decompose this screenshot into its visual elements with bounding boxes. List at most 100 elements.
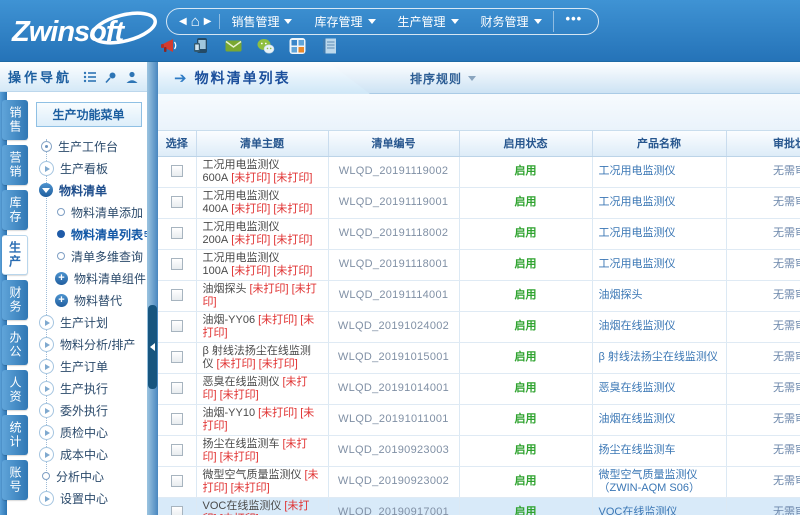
module-tab-label: 人资	[9, 376, 21, 404]
column-header[interactable]: 启用状态	[459, 131, 592, 156]
table-row[interactable]: VOC在线监测仪[未打印] [未打印] WLQD_20190917001 启用 …	[158, 497, 800, 515]
tree-item[interactable]: 生产订单	[30, 355, 147, 377]
column-header[interactable]: 选择	[158, 131, 196, 156]
product-name-link[interactable]: 油烟在线监测仪	[592, 311, 726, 342]
module-tab[interactable]: 财务	[2, 280, 28, 320]
product-name-link[interactable]: VOC在线监测仪	[592, 497, 726, 515]
notebook-icon[interactable]	[320, 37, 339, 55]
row-checkbox[interactable]	[171, 475, 183, 487]
module-tab[interactable]: 账号	[2, 460, 28, 500]
tree-item[interactable]: 委外执行	[30, 399, 147, 421]
table-row[interactable]: 恶臭在线监测仪[未打印] [未打印] WLQD_20191014001 启用 恶…	[158, 373, 800, 404]
tree-item[interactable]: 质检中心	[30, 421, 147, 443]
table-row[interactable]: 油烟-YY06[未打印] [未打印] WLQD_20191024002 启用 油…	[158, 311, 800, 342]
page-tab[interactable]: ➔ 物料清单列表	[158, 62, 370, 94]
tree-item[interactable]: 生产计划	[30, 311, 147, 333]
product-name-link[interactable]: β 射线法扬尘在线监测仪	[592, 342, 726, 373]
table-row[interactable]: 微型空气质量监测仪[未打印] [未打印] WLQD_20190923002 启用…	[158, 466, 800, 497]
module-tab[interactable]: 库存	[2, 190, 28, 230]
forward-icon[interactable]: ▶	[204, 17, 212, 27]
megaphone-icon[interactable]	[160, 37, 179, 55]
tree-item[interactable]: 生产工作台	[30, 135, 147, 157]
row-checkbox[interactable]	[171, 382, 183, 394]
row-checkbox[interactable]	[171, 258, 183, 270]
product-name-link[interactable]: 恶臭在线监测仪	[592, 373, 726, 404]
tree-item[interactable]: 物料清单	[30, 179, 147, 201]
product-name-link[interactable]: 工况用电监测仪	[592, 249, 726, 280]
module-tab[interactable]: 营销	[2, 145, 28, 185]
row-checkbox[interactable]	[171, 444, 183, 456]
column-header[interactable]: 清单主题	[196, 131, 328, 156]
table-row[interactable]: 工况用电监测仪 400A[未打印] [未打印] WLQD_20191119001…	[158, 187, 800, 218]
tree-item[interactable]: 生产看板	[30, 157, 147, 179]
tree-item[interactable]: 生产执行	[30, 377, 147, 399]
sort-rule-dropdown[interactable]: 排序规则	[410, 62, 476, 94]
top-menu-item[interactable]: 销售管理	[220, 13, 303, 30]
more-menus-button[interactable]: •••	[553, 11, 595, 32]
wechat-icon[interactable]	[256, 37, 275, 55]
pin-icon[interactable]	[104, 70, 118, 84]
brand-logo[interactable]: Zwinsoft	[8, 6, 163, 56]
module-tab[interactable]: 销售	[2, 100, 28, 140]
column-header[interactable]: 审批状态	[726, 131, 800, 156]
row-checkbox[interactable]	[171, 196, 183, 208]
list-icon[interactable]	[83, 70, 97, 84]
mail-icon[interactable]	[224, 37, 243, 55]
monitor-icon[interactable]	[192, 37, 211, 55]
chevron-down-icon	[468, 76, 476, 81]
user-icon[interactable]	[125, 70, 139, 84]
product-name-link[interactable]: 油烟探头	[592, 280, 726, 311]
module-tab[interactable]: 生产	[2, 235, 28, 275]
production-menu-button[interactable]: 生产功能菜单	[36, 102, 142, 127]
row-checkbox[interactable]	[171, 320, 183, 332]
column-header[interactable]: 清单编号	[328, 131, 459, 156]
approval-status: 无需审批	[726, 373, 800, 404]
product-name-link[interactable]: 扬尘在线监测车	[592, 435, 726, 466]
table-row[interactable]: 扬尘在线监测车[未打印] [未打印] WLQD_20190923003 启用 扬…	[158, 435, 800, 466]
apps-grid-icon[interactable]	[288, 37, 307, 55]
list-code: WLQD_20190917001	[328, 497, 459, 515]
back-icon[interactable]: ◀	[179, 17, 187, 27]
product-name-link[interactable]: 工况用电监测仪	[592, 187, 726, 218]
sidebar-splitter[interactable]	[147, 62, 158, 515]
row-checkbox[interactable]	[171, 289, 183, 301]
table-row[interactable]: 工况用电监测仪 600A[未打印] [未打印] WLQD_20191119002…	[158, 156, 800, 187]
table-row[interactable]: 工况用电监测仪 200A[未打印] [未打印] WLQD_20191118002…	[158, 218, 800, 249]
tree-item[interactable]: 物料清单组件	[30, 267, 147, 289]
tree-item[interactable]: 分析中心	[30, 465, 147, 487]
tree-item[interactable]: 物料清单列表 52	[30, 223, 147, 245]
product-name-link[interactable]: 工况用电监测仪	[592, 156, 726, 187]
tree-item[interactable]: 物料清单添加	[30, 201, 147, 223]
module-tab[interactable]: 办公	[2, 325, 28, 365]
row-checkbox[interactable]	[171, 351, 183, 363]
tree-item[interactable]: 物料分析/排产	[30, 333, 147, 355]
top-menu-item[interactable]: 生产管理	[387, 13, 470, 30]
tree-item[interactable]: 物料替代	[30, 289, 147, 311]
row-checkbox[interactable]	[171, 227, 183, 239]
table-row[interactable]: 油烟-YY10[未打印] [未打印] WLQD_20191011001 启用 油…	[158, 404, 800, 435]
approval-status: 无需审批	[726, 404, 800, 435]
product-name-link[interactable]: 工况用电监测仪	[592, 218, 726, 249]
row-checkbox[interactable]	[171, 165, 183, 177]
home-icon[interactable]: ⌂	[191, 14, 200, 29]
table-row[interactable]: 工况用电监测仪 100A[未打印] [未打印] WLQD_20191118001…	[158, 249, 800, 280]
top-menu-item[interactable]: 财务管理	[470, 13, 553, 30]
list-subject: VOC在线监测仪	[203, 500, 282, 512]
collapse-sidebar-handle[interactable]	[148, 305, 157, 389]
product-name-link[interactable]: 微型空气质量监测仪（ZWIN-AQM S06）	[592, 466, 726, 497]
tree-item[interactable]: 清单多维查询	[30, 245, 147, 267]
top-menu-item[interactable]: 库存管理	[303, 13, 386, 30]
table-row[interactable]: 油烟探头[未打印] [未打印] WLQD_20191114001 启用 油烟探头…	[158, 280, 800, 311]
module-tab[interactable]: 统计	[2, 415, 28, 455]
table-row[interactable]: β 射线法扬尘在线监测仪[未打印] [未打印] WLQD_20191015001…	[158, 342, 800, 373]
enable-status: 启用	[459, 156, 592, 187]
tree-item-label: 物料清单组件	[74, 270, 146, 287]
module-tab-label: 库存	[9, 196, 21, 224]
module-tab[interactable]: 人资	[2, 370, 28, 410]
product-name-link[interactable]: 油烟在线监测仪	[592, 404, 726, 435]
tree-item[interactable]: 成本中心	[30, 443, 147, 465]
tree-item[interactable]: 设置中心	[30, 487, 147, 509]
column-header[interactable]: 产品名称	[592, 131, 726, 156]
row-checkbox[interactable]	[171, 506, 183, 515]
row-checkbox[interactable]	[171, 413, 183, 425]
